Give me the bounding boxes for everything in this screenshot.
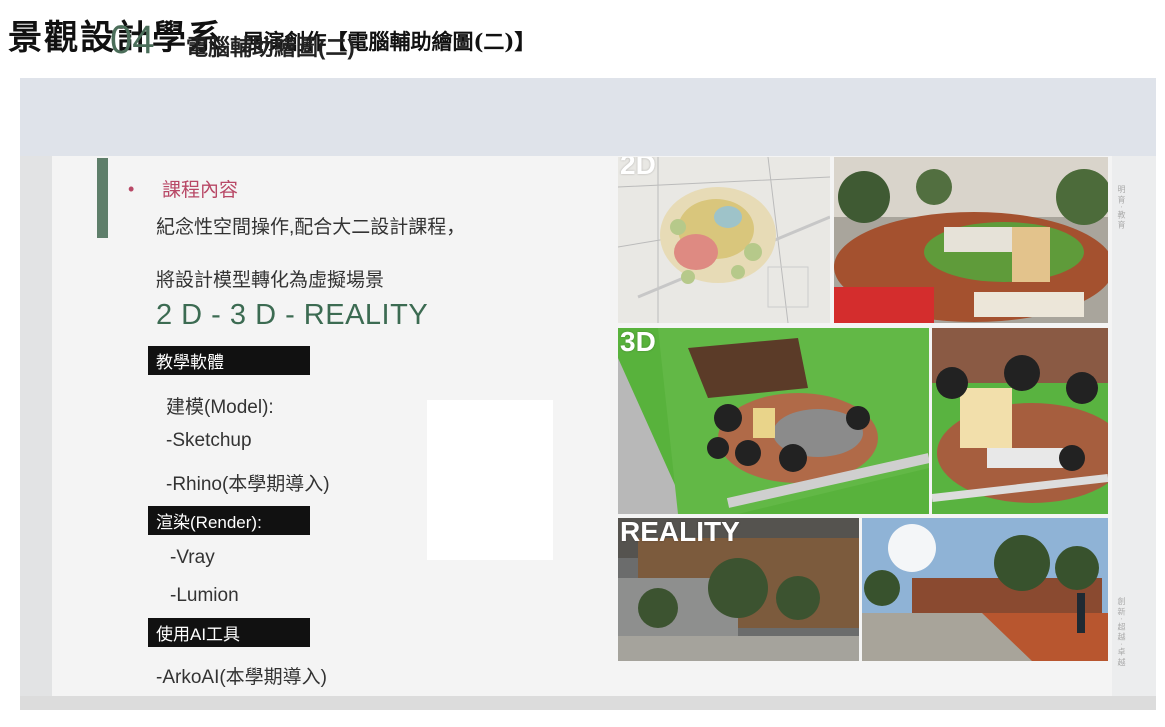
plan-drawing-image: 2D	[618, 157, 830, 323]
label-2d: 2D	[620, 157, 656, 180]
tagline: 2 D - 3 D - REALITY	[156, 299, 429, 331]
software-item: -Sketchup	[166, 430, 252, 451]
slide-bottom-border	[20, 696, 1156, 710]
bullet-icon: •	[128, 179, 135, 199]
description-line-2: 將設計模型轉化為虛擬場景	[156, 270, 385, 291]
accent-bar	[97, 158, 108, 238]
label-reality: REALITY	[620, 518, 740, 547]
software-item: -Rhino(本學期導入)	[166, 474, 330, 495]
ai-tool-item: -ArkoAI(本學期導入)	[156, 667, 328, 688]
render-item: -Lumion	[170, 585, 239, 606]
render-label: 渲染(Render):	[148, 506, 310, 535]
section-number: 04	[110, 18, 155, 62]
blank-placeholder	[427, 400, 553, 560]
reality-building-image: REALITY	[618, 518, 859, 661]
slide-header	[20, 78, 1156, 156]
ai-tools-label: 使用AI工具	[148, 618, 310, 647]
bullet-title: 課程內容	[162, 180, 239, 201]
software-item: 建模(Model):	[166, 397, 274, 418]
side-motto-bottom: 創 新 · 超 越 · 卓 越	[1117, 596, 1126, 666]
render-item: -Vray	[170, 547, 215, 568]
side-motto-top: 明 育 · 教 育	[1117, 185, 1126, 229]
reality-plaza-image	[862, 518, 1108, 661]
description-line-1: 紀念性空間操作,配合大二設計課程，	[156, 217, 466, 238]
model-photo-image	[834, 157, 1108, 323]
section-title: 電腦輔助繪圖(二)	[186, 35, 355, 60]
3d-model-image: 3D	[618, 328, 929, 514]
label-3d: 3D	[620, 328, 656, 357]
teaching-software-label: 教學軟體	[148, 346, 310, 375]
3d-closeup-image	[932, 328, 1108, 514]
